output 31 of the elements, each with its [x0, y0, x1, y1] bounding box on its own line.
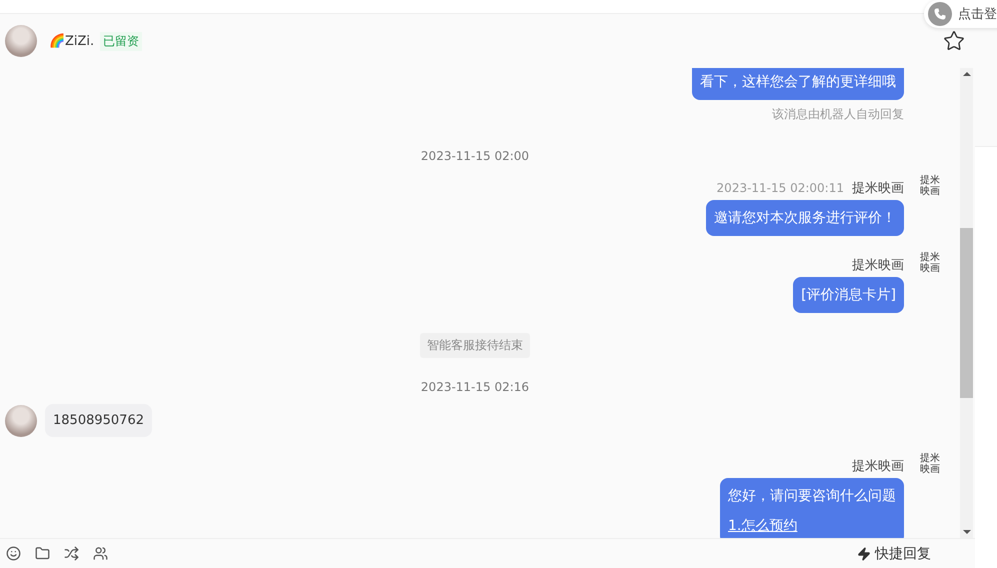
contact-avatar: [5, 25, 37, 57]
agent-message: [评价消息卡片]: [793, 277, 904, 313]
system-notice: 智能客服接待结束: [420, 333, 530, 358]
sender-name: 提米映画: [852, 257, 904, 274]
folder-icon[interactable]: [35, 546, 50, 561]
message-link[interactable]: 1.怎么预约: [728, 516, 896, 536]
sender-name: 提米映画: [852, 180, 904, 197]
scrollbar[interactable]: [960, 68, 973, 538]
sender-name: 提米映画: [852, 458, 904, 475]
sender-logo: 提米映画: [919, 453, 941, 475]
contact-name: 🌈ZiZi.: [49, 33, 94, 49]
quick-reply-button[interactable]: 快捷回复: [857, 544, 931, 562]
auto-reply-note: 该消息由机器人自动回复: [772, 106, 904, 123]
shuffle-icon[interactable]: [64, 546, 79, 561]
users-icon[interactable]: [93, 546, 108, 561]
phone-icon: [928, 2, 952, 26]
agent-message: 看下，这样您会了解的更详细哦: [692, 68, 904, 100]
lightning-icon: [857, 546, 871, 560]
customer-avatar: [5, 404, 37, 436]
chat-timestamp: 2023-11-15 02:00: [420, 149, 530, 163]
star-icon[interactable]: [943, 30, 965, 52]
call-button[interactable]: 点击登: [924, 0, 997, 28]
agent-message: 邀请您对本次服务进行评价！: [706, 200, 904, 236]
contact-tag: 已留资: [100, 32, 142, 50]
chat-timestamp: 2023-11-15 02:16: [420, 380, 530, 394]
message-time: 2023-11-15 02:00:11: [716, 181, 844, 195]
emoji-icon[interactable]: [6, 546, 21, 561]
customer-message: 18508950762: [45, 404, 152, 437]
agent-message: 您好，请问要咨询什么问题 1.怎么预约: [720, 478, 904, 538]
sender-logo: 提米映画: [919, 175, 941, 197]
sender-logo: 提米映画: [919, 252, 941, 274]
